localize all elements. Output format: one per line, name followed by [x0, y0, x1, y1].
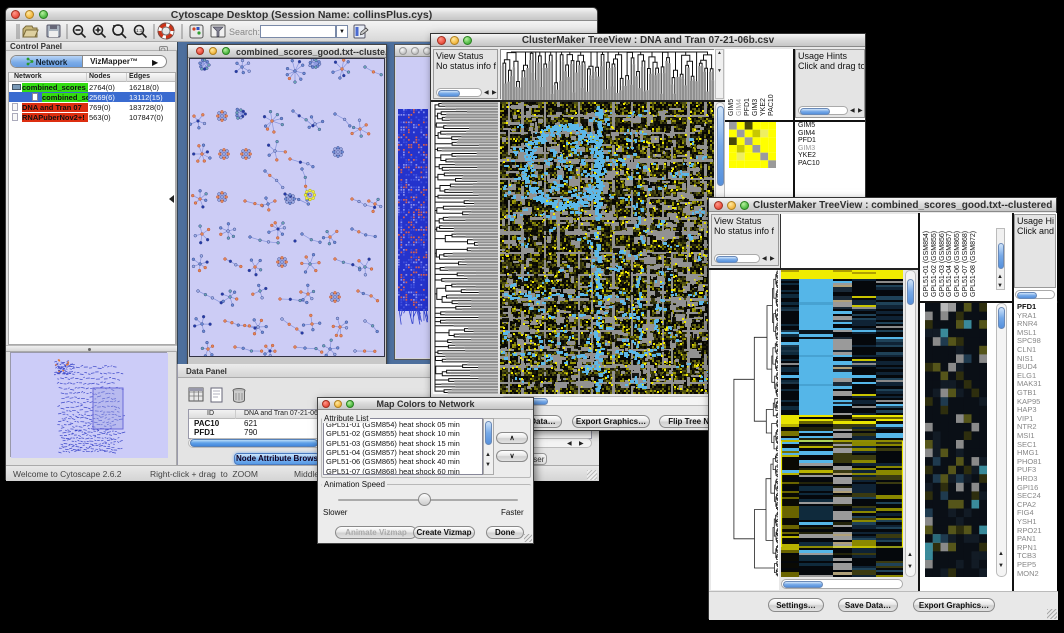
svg-text:1:1: 1:1: [136, 28, 143, 33]
